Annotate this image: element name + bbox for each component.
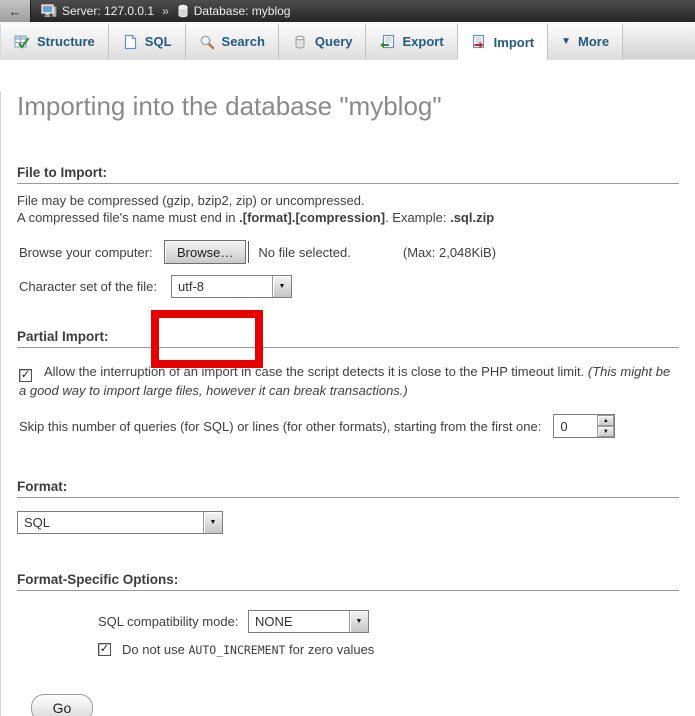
tab-label: More (578, 34, 609, 49)
skip-queries-input[interactable] (554, 415, 597, 437)
sql-compatibility-row: SQL compatibility mode: NONE ▼ (98, 609, 695, 633)
query-icon (292, 34, 308, 50)
browse-button[interactable]: Browse… (164, 240, 246, 264)
charset-label: Character set of the file: (19, 279, 171, 294)
tab-structure[interactable]: Structure (0, 24, 109, 59)
sql-compatibility-selected-value: NONE (249, 611, 349, 632)
spinner-down-icon[interactable]: ▼ (597, 426, 614, 437)
section-heading-file-to-import: File to Import: (17, 165, 679, 184)
compression-line2-mid: . Example: (385, 210, 450, 225)
auto-increment-row: ✓ Do not use AUTO_INCREMENT for zero val… (98, 640, 695, 658)
export-icon (379, 34, 395, 50)
tab-query[interactable]: Query (279, 24, 367, 59)
tab-label: Search (222, 34, 265, 49)
allow-interruption-row: ✓ Allow the interruption of an import in … (19, 363, 679, 399)
dropdown-arrow-icon[interactable]: ▼ (203, 512, 222, 533)
go-button[interactable]: Go (31, 694, 93, 716)
no-file-selected-text: No file selected. (258, 245, 351, 260)
format-selected-value: SQL (18, 512, 203, 533)
charset-row: Character set of the file: utf-8 ▼ (19, 274, 695, 298)
chevron-down-icon: ▼ (561, 37, 571, 47)
tab-import[interactable]: Import (458, 24, 548, 60)
section-heading-partial-import: Partial Import: (17, 329, 679, 348)
breadcrumb: Server: 127.0.0.1 » Database: myblog (41, 4, 290, 18)
breadcrumb-server[interactable]: Server: 127.0.0.1 (62, 4, 154, 18)
compression-help-text: File may be compressed (gzip, bzip2, zip… (17, 193, 679, 226)
compression-line2-prefix: A compressed file's name must end in (17, 210, 239, 225)
browse-row: Browse your computer: Browse… No file se… (19, 239, 695, 265)
compression-example: .sql.zip (450, 210, 494, 225)
import-icon (471, 34, 487, 50)
search-icon (199, 34, 215, 50)
skip-queries-row: Skip this number of queries (for SQL) or… (19, 414, 695, 438)
tab-label: Export (402, 34, 443, 49)
max-upload-size: (Max: 2,048KiB) (403, 245, 496, 260)
tab-sql[interactable]: SQL (109, 24, 186, 59)
server-icon (41, 4, 57, 18)
auto-increment-code: AUTO_INCREMENT (189, 643, 286, 657)
structure-icon (14, 34, 30, 50)
page-title: Importing into the database "myblog" (1, 91, 695, 122)
file-input-divider (248, 241, 249, 263)
tab-export[interactable]: Export (366, 24, 457, 59)
main-content: Importing into the database "myblog" Fil… (0, 91, 695, 716)
allow-interruption-checkbox[interactable]: ✓ (19, 369, 32, 382)
auto-increment-checkbox[interactable]: ✓ (98, 643, 111, 656)
database-icon (177, 4, 189, 18)
breadcrumb-separator: » (162, 4, 169, 18)
tab-label: Query (315, 34, 353, 49)
spinner-up-icon[interactable]: ▲ (597, 415, 614, 426)
breadcrumb-database[interactable]: Database: myblog (194, 4, 291, 18)
section-heading-format-specific: Format-Specific Options: (17, 572, 679, 591)
tab-label: Import (494, 35, 534, 50)
sql-icon (122, 34, 138, 50)
tab-more[interactable]: ▼ More (548, 24, 623, 59)
tab-label: SQL (145, 34, 172, 49)
tab-search[interactable]: Search (186, 24, 279, 59)
tab-bar: Structure SQL Search Query (0, 22, 695, 60)
sql-compatibility-select[interactable]: NONE ▼ (248, 610, 369, 633)
back-button[interactable]: ← (0, 0, 31, 22)
auto-increment-suffix: for zero values (285, 642, 374, 657)
auto-increment-label: Do not use AUTO_INCREMENT for zero value… (122, 642, 374, 657)
breadcrumb-bar: ← Server: 127.0.0.1 » Database: myblog (0, 0, 695, 22)
compression-line1: File may be compressed (gzip, bzip2, zip… (17, 193, 365, 208)
browse-label: Browse your computer: (19, 245, 164, 260)
compression-format-pattern: .[format].[compression] (239, 210, 385, 225)
dropdown-arrow-icon[interactable]: ▼ (349, 611, 368, 632)
skip-queries-label: Skip this number of queries (for SQL) or… (19, 419, 541, 434)
charset-selected-value: utf-8 (172, 276, 272, 297)
format-select[interactable]: SQL ▼ (17, 511, 223, 534)
allow-interruption-text: Allow the interruption of an import in c… (44, 364, 584, 379)
sql-compatibility-label: SQL compatibility mode: (98, 614, 248, 629)
tab-label: Structure (37, 34, 95, 49)
charset-select[interactable]: utf-8 ▼ (171, 275, 292, 298)
section-heading-format: Format: (17, 479, 679, 498)
auto-increment-prefix: Do not use (122, 642, 189, 657)
skip-queries-spinner: ▲ ▼ (553, 414, 615, 438)
dropdown-arrow-icon[interactable]: ▼ (272, 276, 291, 297)
